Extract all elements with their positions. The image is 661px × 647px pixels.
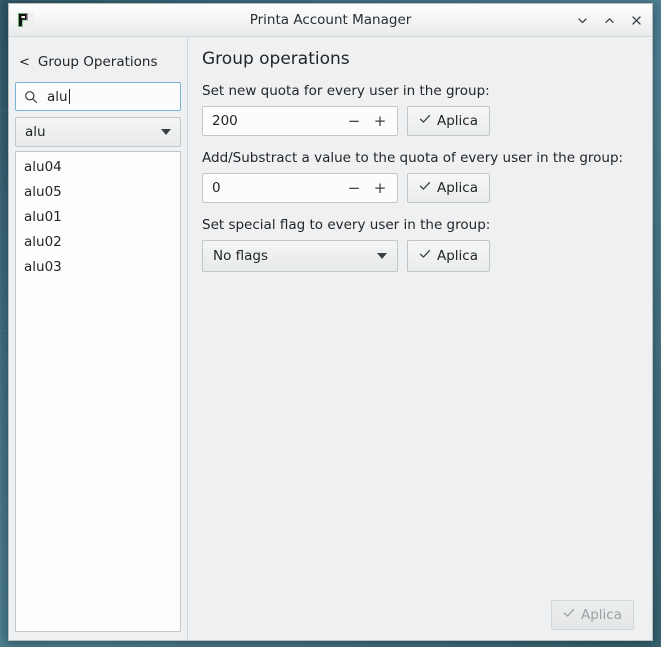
- app-window: Printa Account Manager < Group Operation…: [8, 3, 653, 641]
- set-quota-spinner[interactable]: 200 − +: [202, 106, 398, 136]
- list-item[interactable]: alu02: [16, 229, 180, 254]
- set-quota-row: 200 − + Aplica: [202, 106, 636, 136]
- special-flag-apply-label: Aplica: [437, 248, 479, 264]
- list-item-label: alu05: [24, 183, 62, 200]
- list-item-label: alu03: [24, 258, 62, 275]
- main-spacer: [202, 286, 636, 600]
- check-icon: [419, 113, 431, 129]
- group-select-value: alu: [25, 124, 46, 140]
- main-panel: Group operations Set new quota for every…: [188, 37, 652, 640]
- add-substract-spinner[interactable]: 0 − +: [202, 173, 398, 203]
- check-icon: [419, 180, 431, 196]
- group-member-list[interactable]: alu04 alu05 alu01 alu02 alu03: [15, 151, 181, 632]
- set-quota-value: 200: [212, 113, 238, 129]
- printa-p-logo-icon: [16, 11, 35, 30]
- back-chevron-icon: <: [19, 54, 30, 70]
- close-x-icon[interactable]: [629, 13, 644, 28]
- footer-apply-label: Aplica: [580, 607, 622, 623]
- set-quota-apply-button[interactable]: Aplica: [407, 106, 491, 136]
- breadcrumb-label: Group Operations: [37, 54, 158, 70]
- window-title: Printa Account Manager: [249, 12, 412, 28]
- text-caret: [68, 88, 70, 104]
- window-body: < Group Operations alu alu alu04 alu05 a…: [9, 37, 652, 640]
- group-select[interactable]: alu: [15, 117, 181, 147]
- footer-apply-button[interactable]: Aplica: [550, 600, 634, 630]
- list-item[interactable]: alu04: [16, 154, 180, 179]
- special-flag-apply-button[interactable]: Aplica: [407, 240, 491, 272]
- list-item[interactable]: alu01: [16, 204, 180, 229]
- check-icon: [419, 248, 431, 264]
- check-icon: [563, 607, 575, 623]
- add-substract-label: Add/Substract a value to the quota of ev…: [202, 150, 624, 166]
- title-bar: Printa Account Manager: [9, 4, 652, 37]
- minimize-chevron-down-icon[interactable]: [575, 13, 590, 28]
- add-substract-increment-button[interactable]: +: [367, 175, 393, 201]
- window-controls: [575, 13, 644, 28]
- special-flag-row: No flags Aplica: [202, 240, 636, 272]
- chevron-down-icon: [377, 253, 387, 259]
- set-quota-label: Set new quota for every user in the grou…: [202, 83, 490, 99]
- add-substract-decrement-button[interactable]: −: [341, 175, 367, 201]
- special-flag-value: No flags: [213, 248, 269, 264]
- search-input-value: alu: [47, 88, 68, 105]
- page-title: Group operations: [202, 49, 350, 69]
- maximize-chevron-up-icon[interactable]: [602, 13, 617, 28]
- add-substract-row: 0 − + Aplica: [202, 173, 636, 203]
- set-quota-decrement-button[interactable]: −: [341, 108, 367, 134]
- special-flag-select[interactable]: No flags: [202, 240, 398, 272]
- list-item-label: alu01: [24, 208, 62, 225]
- list-item[interactable]: alu05: [16, 179, 180, 204]
- search-icon: [24, 90, 38, 104]
- set-quota-increment-button[interactable]: +: [367, 108, 393, 134]
- sidebar: < Group Operations alu alu alu04 alu05 a…: [9, 37, 188, 640]
- set-quota-apply-label: Aplica: [437, 113, 479, 129]
- list-item-label: alu02: [24, 233, 62, 250]
- search-input[interactable]: alu: [15, 82, 181, 111]
- list-item[interactable]: alu03: [16, 254, 180, 279]
- breadcrumb-back-group-operations[interactable]: < Group Operations: [19, 47, 181, 77]
- footer-bar: Aplica: [202, 600, 636, 630]
- chevron-down-icon: [161, 129, 171, 135]
- special-flag-label: Set special flag to every user in the gr…: [202, 217, 491, 233]
- list-item-label: alu04: [24, 158, 62, 175]
- add-substract-value: 0: [212, 180, 221, 196]
- add-substract-apply-label: Aplica: [437, 180, 479, 196]
- add-substract-apply-button[interactable]: Aplica: [407, 173, 491, 203]
